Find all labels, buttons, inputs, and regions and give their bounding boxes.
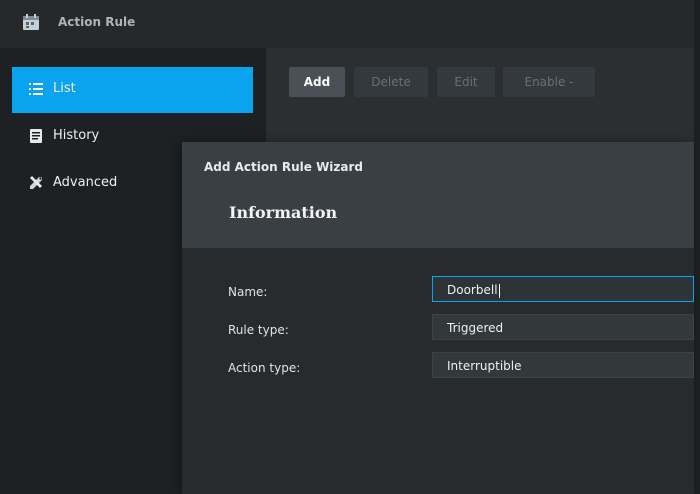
rule-type-label: Rule type:	[228, 323, 289, 337]
list-icon	[29, 83, 43, 95]
add-action-rule-wizard: Add Action Rule Wizard Information Name:…	[182, 142, 694, 494]
calendar-icon	[23, 14, 39, 30]
dialog-step-title: Information	[229, 203, 338, 222]
enable-dropdown-button[interactable]: Enable -	[503, 67, 595, 97]
action-type-label: Action type:	[228, 361, 301, 375]
sidebar-item-list[interactable]: List	[12, 67, 253, 113]
app-window: Action Rule List History Advanced Add De…	[0, 0, 694, 494]
delete-button[interactable]: Delete	[354, 67, 428, 97]
window-title: Action Rule	[58, 15, 136, 29]
action-type-select[interactable]: Interruptible	[432, 352, 694, 378]
name-label: Name:	[228, 285, 268, 299]
tools-icon	[30, 176, 42, 189]
document-icon	[30, 129, 42, 143]
title-bar: Action Rule	[0, 0, 694, 48]
sidebar-item-label: History	[53, 128, 100, 143]
sidebar-item-label: Advanced	[53, 175, 118, 190]
rule-type-select[interactable]: Triggered	[432, 314, 694, 340]
edit-button[interactable]: Edit	[437, 67, 495, 97]
dialog-title: Add Action Rule Wizard	[204, 160, 364, 174]
text-caret	[498, 283, 500, 298]
name-value: Doorbell	[447, 283, 498, 297]
dialog-header: Add Action Rule Wizard Information	[182, 142, 694, 248]
add-button[interactable]: Add	[289, 67, 345, 97]
name-input[interactable]: Doorbell	[432, 276, 694, 302]
sidebar-item-label: List	[53, 81, 76, 96]
